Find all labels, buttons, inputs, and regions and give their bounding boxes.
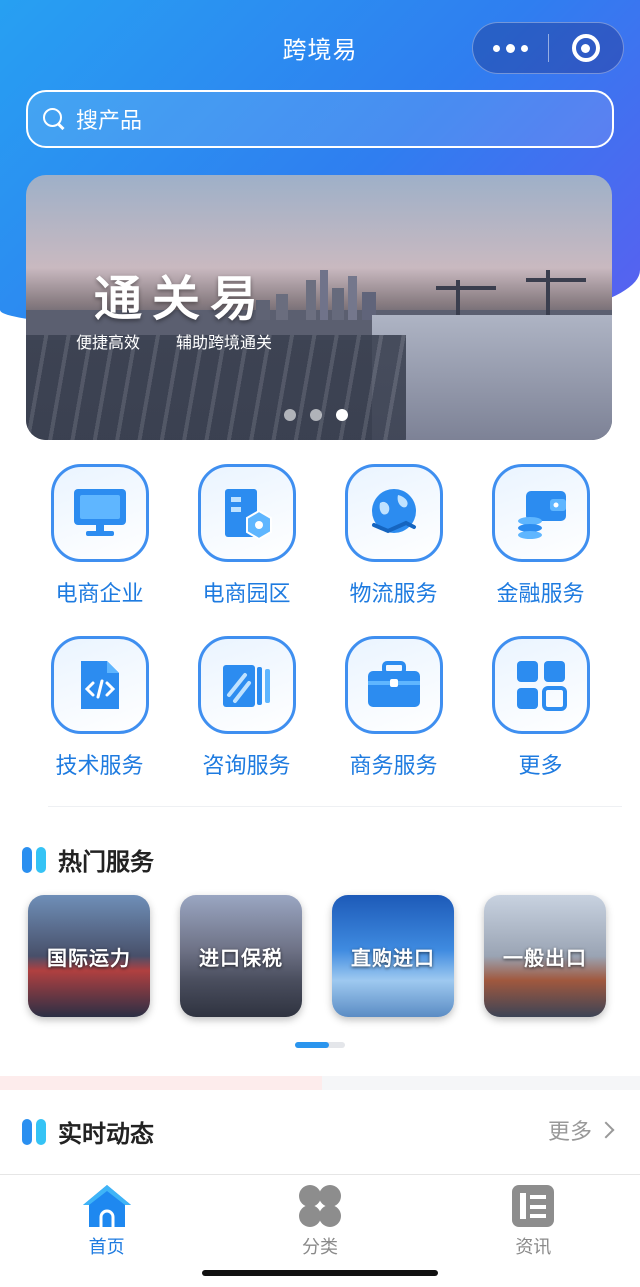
search-placeholder: 搜产品	[76, 109, 143, 134]
home-icon	[82, 1185, 131, 1227]
service-label: 商务服务	[349, 754, 438, 779]
pages-icon	[222, 665, 270, 707]
chevron-right-icon	[597, 1121, 615, 1139]
mini-program-capsule	[472, 22, 624, 74]
service-item-ecommerce-company[interactable]: 电商企业	[26, 464, 173, 608]
service-label: 物流服务	[349, 582, 438, 607]
section-title: 实时动态	[58, 1120, 154, 1148]
banner-dot[interactable]	[284, 409, 296, 421]
more-options-icon[interactable]	[473, 23, 548, 73]
tab-news[interactable]: 资讯	[427, 1175, 640, 1264]
briefcase-icon	[367, 661, 420, 707]
hot-card-general-export[interactable]: 一般出口	[484, 895, 606, 1017]
search-input[interactable]: 搜产品	[26, 90, 614, 148]
section-marker-icon	[22, 846, 46, 873]
service-label: 电商园区	[202, 582, 291, 607]
hot-card-direct-import[interactable]: 直购进口	[332, 895, 454, 1017]
service-label: 电商企业	[55, 582, 144, 607]
news-header: 实时动态	[22, 1114, 154, 1149]
search-icon	[42, 107, 66, 131]
section-marker-icon	[22, 1118, 46, 1145]
hot-card-international-shipping[interactable]: 国际运力	[28, 895, 150, 1017]
hot-card-import-bonded[interactable]: 进口保税	[180, 895, 302, 1017]
carousel-scroll-indicator	[295, 1042, 345, 1048]
hot-services-header: 热门服务	[22, 842, 154, 877]
banner-subtitle-right: 辅助跨境通关	[176, 333, 273, 352]
section-title: 热门服务	[58, 848, 154, 876]
tab-home[interactable]: 首页	[0, 1175, 213, 1264]
globe-logistics-icon	[371, 489, 416, 534]
park-building-icon	[224, 489, 272, 541]
monitor-icon	[73, 489, 126, 536]
grid-more-icon	[516, 661, 567, 711]
service-item-finance[interactable]: 金融服务	[467, 464, 614, 608]
banner-pagination	[284, 409, 348, 421]
home-indicator	[202, 1270, 438, 1276]
service-item-ecommerce-park[interactable]: 电商园区	[173, 464, 320, 608]
banner-dot[interactable]	[310, 409, 322, 421]
banner-subtitle-left: 便捷高效	[76, 333, 141, 352]
service-item-tech[interactable]: 技术服务	[26, 636, 173, 780]
service-item-more[interactable]: 更多	[467, 636, 614, 780]
service-label: 更多	[518, 754, 563, 779]
code-file-icon	[80, 661, 119, 709]
service-label: 金融服务	[496, 582, 585, 607]
news-icon	[512, 1185, 555, 1227]
banner-dot-active[interactable]	[336, 409, 348, 421]
service-label: 咨询服务	[202, 754, 291, 779]
service-label: 技术服务	[55, 754, 144, 779]
news-more-link[interactable]: 更多	[548, 1114, 615, 1146]
service-item-business[interactable]: 商务服务	[320, 636, 467, 780]
category-icon	[298, 1185, 341, 1227]
hot-services-carousel: 国际运力 进口保税 直购进口 一般出口	[28, 895, 606, 1017]
close-miniprogram-icon[interactable]	[549, 23, 623, 73]
service-grid: 电商企业 电商园区 物流服务 金融服务 技术服务 咨询服务 商务服务 更多	[26, 464, 614, 780]
promo-banner[interactable]: 通关易 便捷高效 辅助跨境通关	[26, 175, 612, 440]
banner-headline: 通关易	[94, 271, 269, 327]
tab-category[interactable]: 分类	[213, 1175, 426, 1264]
bottom-tab-bar: 首页 分类 资讯	[0, 1174, 640, 1264]
service-item-consulting[interactable]: 咨询服务	[173, 636, 320, 780]
wallet-coins-icon	[517, 491, 566, 539]
service-item-logistics[interactable]: 物流服务	[320, 464, 467, 608]
